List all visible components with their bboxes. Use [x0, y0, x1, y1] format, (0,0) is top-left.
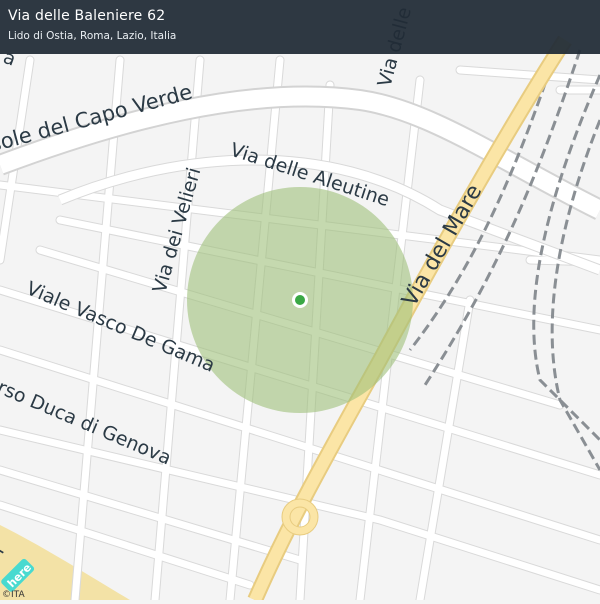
address-locality: Lido di Ostia, Roma, Lazio, Italia: [8, 28, 592, 44]
location-marker[interactable]: [295, 295, 305, 305]
address-header: Via delle Baleniere 62 Lido di Ostia, Ro…: [0, 0, 600, 54]
address-title: Via delle Baleniere 62: [8, 7, 592, 25]
map-attribution: ©ITA: [2, 590, 25, 600]
map-svg: sole del Capo Verde Via delle Aleutine V…: [0, 0, 600, 600]
map-canvas[interactable]: sole del Capo Verde Via delle Aleutine V…: [0, 0, 600, 600]
